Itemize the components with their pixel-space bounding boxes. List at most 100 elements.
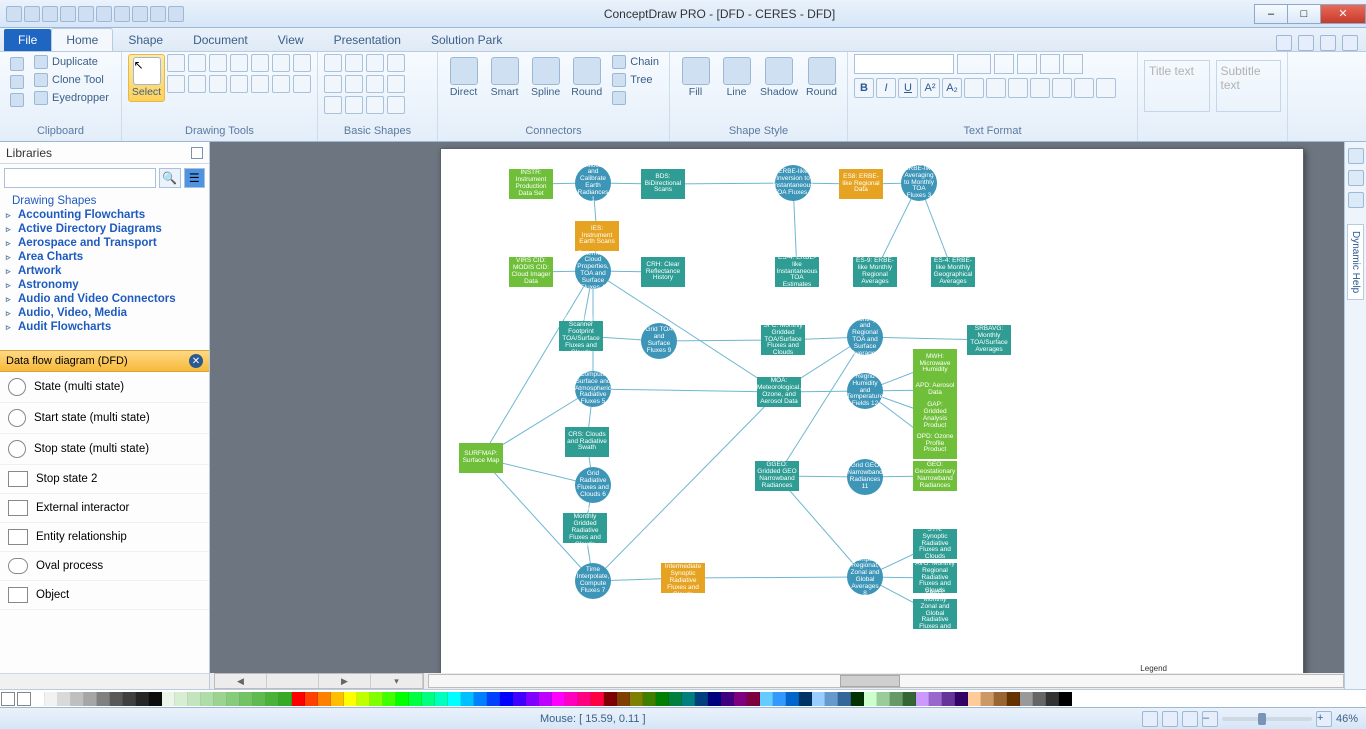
cut-icon[interactable] [6,92,28,108]
select-tool[interactable]: ↖Select [128,54,165,102]
shape-icon[interactable] [345,75,363,93]
dfd-node[interactable]: FSW: Monthly Gridded Radiative Fluxes an… [563,513,607,543]
connector-direct[interactable]: Direct [444,54,483,102]
stencil-item[interactable]: State (multi state) [0,372,209,403]
qat-icon[interactable] [78,6,94,22]
toolstrip-icon[interactable] [1348,148,1364,164]
hscroll-thumb[interactable] [840,675,900,687]
dfd-node[interactable]: INSTR: Instrument Production Data Set [509,169,553,199]
shape-icon[interactable] [387,96,405,114]
dfd-node[interactable]: CRH: Clear Reflectance History [641,257,685,287]
shape-icon[interactable] [366,54,384,72]
color-swatch[interactable] [344,692,357,706]
library-item[interactable]: Area Charts [4,250,205,264]
color-swatch[interactable] [331,692,344,706]
shape-icon[interactable] [366,75,384,93]
color-swatch[interactable] [721,692,734,706]
tool-icon[interactable] [167,75,185,93]
library-list[interactable]: Drawing ShapesAccounting FlowchartsActiv… [0,192,209,350]
help-icon[interactable] [1298,35,1314,51]
shape-icon[interactable] [387,54,405,72]
dfd-node[interactable]: SRBAVG: Monthly TOA/Surface Averages [967,325,1011,355]
color-swatch[interactable] [214,692,227,706]
color-swatch[interactable] [84,692,97,706]
tool-icon[interactable] [272,75,290,93]
shape-icon[interactable] [366,96,384,114]
library-item[interactable]: Astronomy [4,278,205,292]
dfd-node[interactable]: Grid TOA and Surface Fluxes 9 [641,323,677,359]
tool-icon[interactable] [293,54,311,72]
color-swatch[interactable] [552,692,565,706]
library-item[interactable]: Audio and Video Connectors [4,292,205,306]
color-swatch[interactable] [669,692,682,706]
copy-icon[interactable] [6,74,28,90]
bold-icon[interactable]: B [854,78,874,98]
shape-icon[interactable] [324,54,342,72]
color-swatch[interactable] [734,692,747,706]
dfd-node[interactable]: Grid GEO Narrowband Radiances 11 [847,459,883,495]
color-swatch[interactable] [110,692,123,706]
color-swatch[interactable] [591,692,604,706]
stencil-item[interactable]: Oval process [0,552,209,581]
dfd-node[interactable]: MOA: Meteorological, Ozone, and Aerosol … [757,377,801,407]
maximize-button[interactable]: □ [1287,4,1321,24]
zoom-slider[interactable] [1222,717,1312,721]
tool-icon[interactable] [272,54,290,72]
qat-icon[interactable] [6,6,22,22]
color-swatch[interactable] [188,692,201,706]
color-swatch[interactable] [45,692,58,706]
color-swatch[interactable] [1020,692,1033,706]
color-swatch[interactable] [994,692,1007,706]
color-swatch[interactable] [292,692,305,706]
dfd-node[interactable]: BDS: BiDirectional Scans [641,169,685,199]
dfd-node[interactable]: SSF: Single Scanner Footprint TOA/Surfac… [559,321,603,351]
dfd-node[interactable]: Grid Radiative Fluxes and Clouds 6 [575,467,611,503]
stencil-header[interactable]: Data flow diagram (DFD) [6,355,128,367]
dfd-node[interactable]: CRS: Clouds and Radiative Swath [565,427,609,457]
chevron-down-icon[interactable] [1320,35,1336,51]
color-swatch[interactable] [773,692,786,706]
color-swatch[interactable] [136,692,149,706]
color-swatch[interactable] [786,692,799,706]
color-swatch[interactable] [578,692,591,706]
chevron-up-icon[interactable] [1342,35,1358,51]
color-swatch[interactable] [318,692,331,706]
tool-icon[interactable] [251,75,269,93]
connector-tree[interactable]: Tree [608,72,663,88]
round-button[interactable]: Round [802,54,841,102]
toolstrip-icon[interactable] [1348,170,1364,186]
dfd-node[interactable]: OPD: Ozone Profile Product [913,429,957,459]
close-button[interactable]: ✕ [1320,4,1366,24]
color-swatch[interactable] [604,692,617,706]
font-select[interactable] [854,54,954,74]
dfd-node[interactable]: GGEO: Gridded GEO Narrowband Radiances [755,461,799,491]
font-color-icon[interactable] [1040,54,1060,74]
tool-icon[interactable] [209,54,227,72]
stencil-item[interactable]: Entity relationship [0,523,209,552]
color-swatch[interactable] [643,692,656,706]
tool-icon[interactable] [188,54,206,72]
color-swatch[interactable] [409,692,422,706]
tool-icon[interactable] [230,75,248,93]
zoom-out-icon[interactable]: – [1202,711,1218,727]
color-swatch[interactable] [162,692,175,706]
dfd-node[interactable]: SYNI: Intermediate Synoptic Radiative Fl… [661,563,705,593]
color-swatch[interactable] [1059,692,1072,706]
color-swatch[interactable] [812,692,825,706]
color-swatch[interactable] [916,692,929,706]
color-swatch[interactable] [942,692,955,706]
qat-icon[interactable] [114,6,130,22]
line-button[interactable]: Line [717,54,756,102]
color-swatch[interactable] [890,692,903,706]
fill-button[interactable]: Fill [676,54,715,102]
dfd-node[interactable]: ZAVG: Monthly Zonal and Global Radiative… [913,599,957,629]
file-tab[interactable]: File [4,29,51,51]
paste-icon[interactable] [6,56,28,72]
color-swatch[interactable] [825,692,838,706]
dfd-node[interactable]: Regrid Humidity and Temperature Fields 1… [847,373,883,409]
library-item[interactable]: Active Directory Diagrams [4,222,205,236]
align-justify-icon[interactable] [1030,78,1050,98]
color-swatch[interactable] [500,692,513,706]
color-swatch[interactable] [448,692,461,706]
dfd-node[interactable]: GAP: Gridded Analysis Product [913,401,957,431]
